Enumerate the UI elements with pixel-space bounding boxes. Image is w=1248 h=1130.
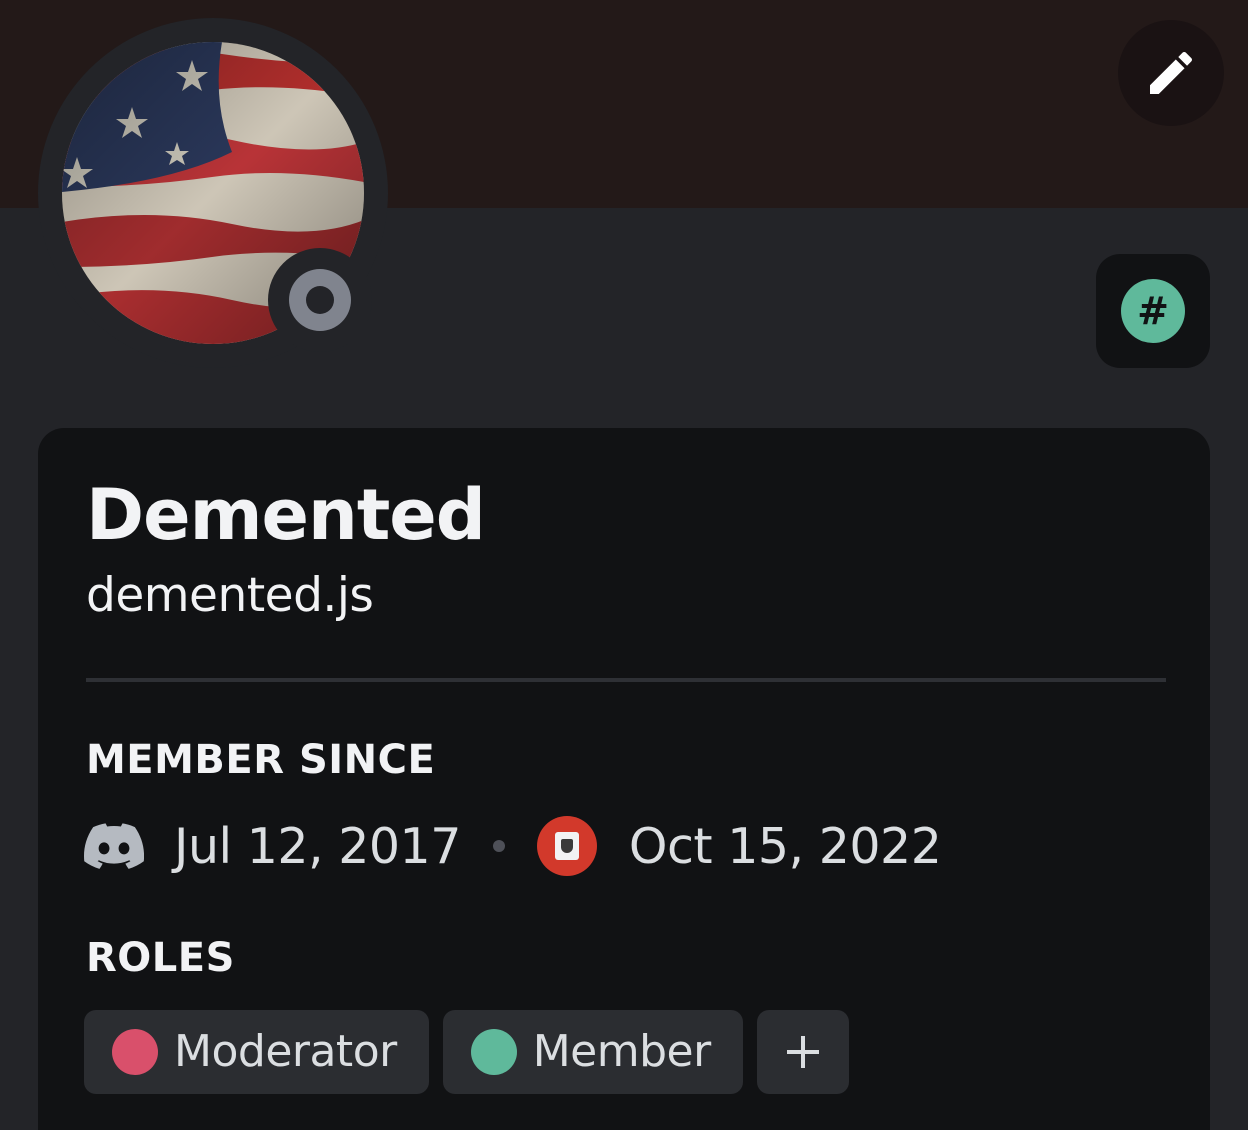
hashtag-badge-icon: # [1121, 279, 1185, 343]
offline-status-icon [289, 269, 351, 331]
role-moderator[interactable]: Moderator [84, 1010, 429, 1094]
plus-icon [786, 1036, 819, 1068]
member-since-heading: MEMBER SINCE [86, 737, 436, 783]
server-join-date: Oct 15, 2022 [628, 817, 942, 875]
username: demented.js [86, 568, 374, 623]
role-color-dot[interactable] [470, 1029, 517, 1075]
profile-badge-button[interactable]: # [1096, 254, 1210, 368]
role-label: Moderator [174, 1026, 397, 1077]
divider [86, 678, 1166, 682]
member-since-row: Jul 12, 2017 Oct 15, 2022 [84, 816, 942, 876]
discord-logo-icon [84, 823, 144, 869]
profile-info-card: Demented demented.js MEMBER SINCE Jul 12… [38, 428, 1210, 1130]
avatar-container [38, 18, 388, 368]
add-role-button[interactable] [756, 1010, 849, 1094]
edit-profile-button[interactable] [1118, 20, 1224, 126]
user-profile-popout: # Demented demented.js MEMBER SINCE Jul … [0, 0, 1248, 1130]
discord-join-date: Jul 12, 2017 [174, 817, 461, 875]
status-indicator [268, 248, 372, 352]
roles-heading: ROLES [86, 935, 235, 981]
server-icon [536, 816, 597, 876]
role-label: Member [532, 1026, 711, 1077]
display-name: Demented [86, 474, 486, 556]
separator-dot [492, 840, 505, 852]
role-member[interactable]: Member [442, 1010, 743, 1094]
role-color-dot[interactable] [112, 1029, 158, 1075]
pencil-icon [1150, 51, 1193, 94]
roles-list: Moderator Member [84, 1010, 849, 1094]
